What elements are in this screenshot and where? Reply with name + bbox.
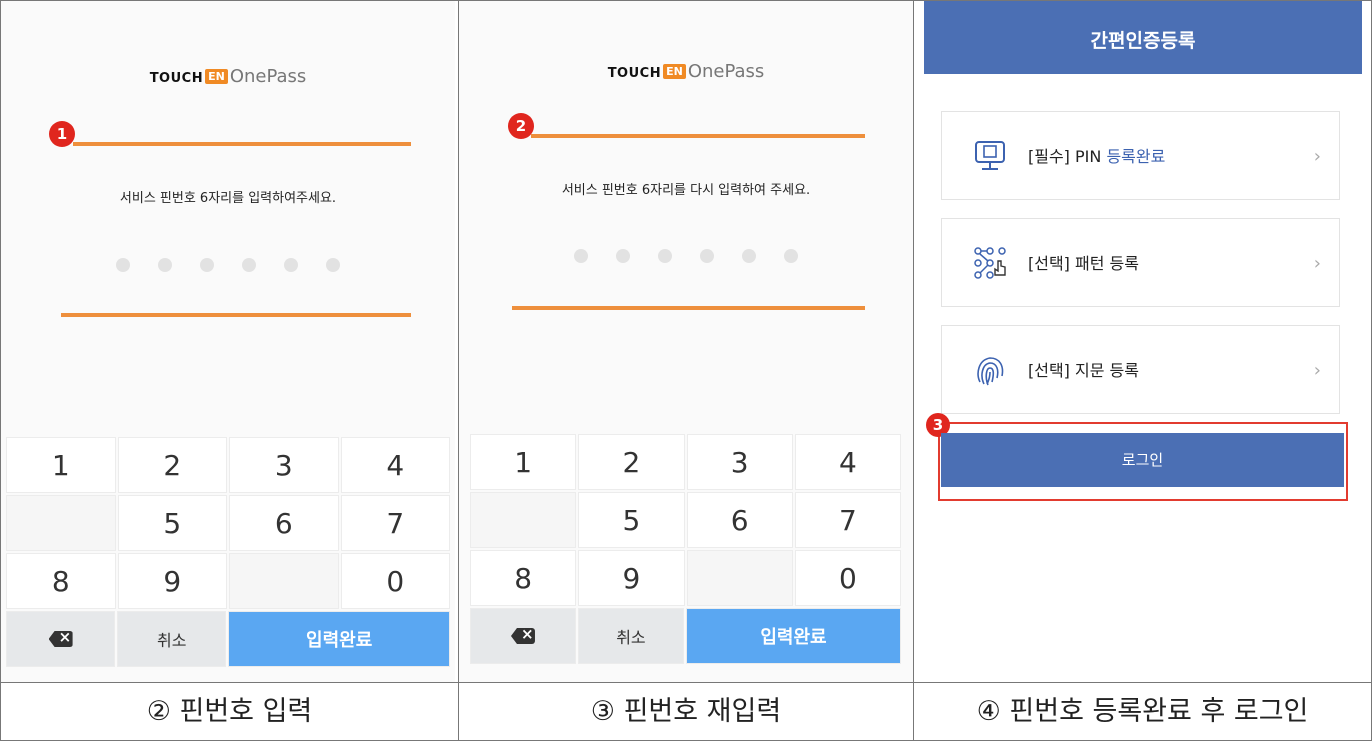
submit-button[interactable]: 입력완료 (228, 611, 450, 667)
onepass-logo: TOUCH EN OnePass (607, 61, 765, 82)
key-blank (686, 550, 793, 606)
step-badge: 1 (49, 121, 75, 147)
key-blank (229, 553, 339, 609)
pin-instruction: 서비스 핀번호 6자리를 다시 입력하여 주세요. (561, 183, 811, 198)
key-2[interactable]: 2 (578, 434, 685, 490)
key-9[interactable]: 9 (117, 553, 227, 609)
login-button[interactable]: 로그인 (941, 433, 1344, 487)
page-title: 간편인증등록 (924, 1, 1362, 74)
key-4[interactable]: 4 (794, 434, 901, 490)
caption-pin-entry: ② 핀번호 입력 (146, 696, 313, 727)
pin-dots (459, 248, 913, 267)
caption-login: ④ 핀번호 등록완료 후 로그인 (976, 696, 1309, 727)
key-7[interactable]: 7 (794, 492, 901, 548)
pin-device-icon (975, 141, 1005, 170)
key-5[interactable]: 5 (578, 492, 685, 548)
fingerprint-registration-label: [선택] 지문 등록 (1028, 361, 1139, 380)
key-0[interactable]: 0 (794, 550, 901, 606)
cancel-button[interactable]: 취소 (117, 611, 227, 667)
pattern-registration-item[interactable]: [선택] 패턴 등록 › (941, 218, 1340, 307)
key-9[interactable]: 9 (578, 550, 685, 606)
key-0[interactable]: 0 (340, 553, 450, 609)
caption-pin-reentry: ③ 핀번호 재입력 (590, 696, 782, 727)
panel-divider (913, 0, 914, 741)
submit-button[interactable]: 입력완료 (685, 608, 901, 664)
key-6[interactable]: 6 (229, 495, 339, 551)
top-accent-line (531, 134, 865, 138)
pattern-icon (974, 247, 1006, 279)
onepass-logo: TOUCH EN OnePass (149, 66, 307, 87)
top-accent-line (73, 142, 411, 146)
pin-keypad: 1 2 3 4 5 6 7 8 9 0 취소 입력완료 (470, 434, 903, 666)
bottom-accent-line (61, 313, 411, 317)
key-4[interactable]: 4 (340, 437, 450, 493)
pin-entry-screen: TOUCH EN OnePass 1 서비스 핀번호 6자리를 입력하여주세요. 1… (1, 1, 455, 682)
backspace-button[interactable] (6, 611, 116, 667)
key-8[interactable]: 8 (470, 550, 577, 606)
key-2[interactable]: 2 (117, 437, 227, 493)
pin-keypad: 1 2 3 4 5 6 7 8 9 0 취소 입력완료 (6, 437, 452, 669)
pin-dots (1, 257, 455, 276)
key-1[interactable]: 1 (6, 437, 116, 493)
bottom-accent-line (512, 306, 865, 310)
key-3[interactable]: 3 (686, 434, 793, 490)
caption-divider (0, 682, 1372, 683)
key-3[interactable]: 3 (229, 437, 339, 493)
pin-registration-item[interactable]: [필수] PIN 등록완료 › (941, 111, 1340, 200)
key-blank (6, 495, 116, 551)
key-8[interactable]: 8 (6, 553, 116, 609)
key-7[interactable]: 7 (340, 495, 450, 551)
cancel-button[interactable]: 취소 (577, 608, 684, 664)
chevron-right-icon: › (1313, 253, 1321, 274)
fingerprint-icon (977, 357, 1004, 386)
backspace-icon (510, 628, 535, 644)
fingerprint-registration-item[interactable]: [선택] 지문 등록 › (941, 325, 1340, 414)
backspace-icon (48, 631, 73, 647)
chevron-right-icon: › (1313, 360, 1321, 381)
backspace-button[interactable] (470, 608, 576, 664)
key-1[interactable]: 1 (470, 434, 577, 490)
chevron-right-icon: › (1313, 146, 1321, 167)
key-blank (470, 492, 577, 548)
pattern-registration-label: [선택] 패턴 등록 (1028, 254, 1139, 273)
pin-instruction: 서비스 핀번호 6자리를 입력하여주세요. (119, 191, 337, 206)
pin-registration-label: [필수] PIN 등록완료 (1028, 147, 1166, 166)
pin-reentry-screen: TOUCH EN OnePass 2 서비스 핀번호 6자리를 다시 입력하여 주세… (459, 1, 913, 682)
key-5[interactable]: 5 (117, 495, 227, 551)
key-6[interactable]: 6 (686, 492, 793, 548)
easy-auth-registration-screen: 간편인증등록 [필수] PIN 등록완료 › [선택] 패턴 등록 › [선택]… (917, 1, 1369, 682)
